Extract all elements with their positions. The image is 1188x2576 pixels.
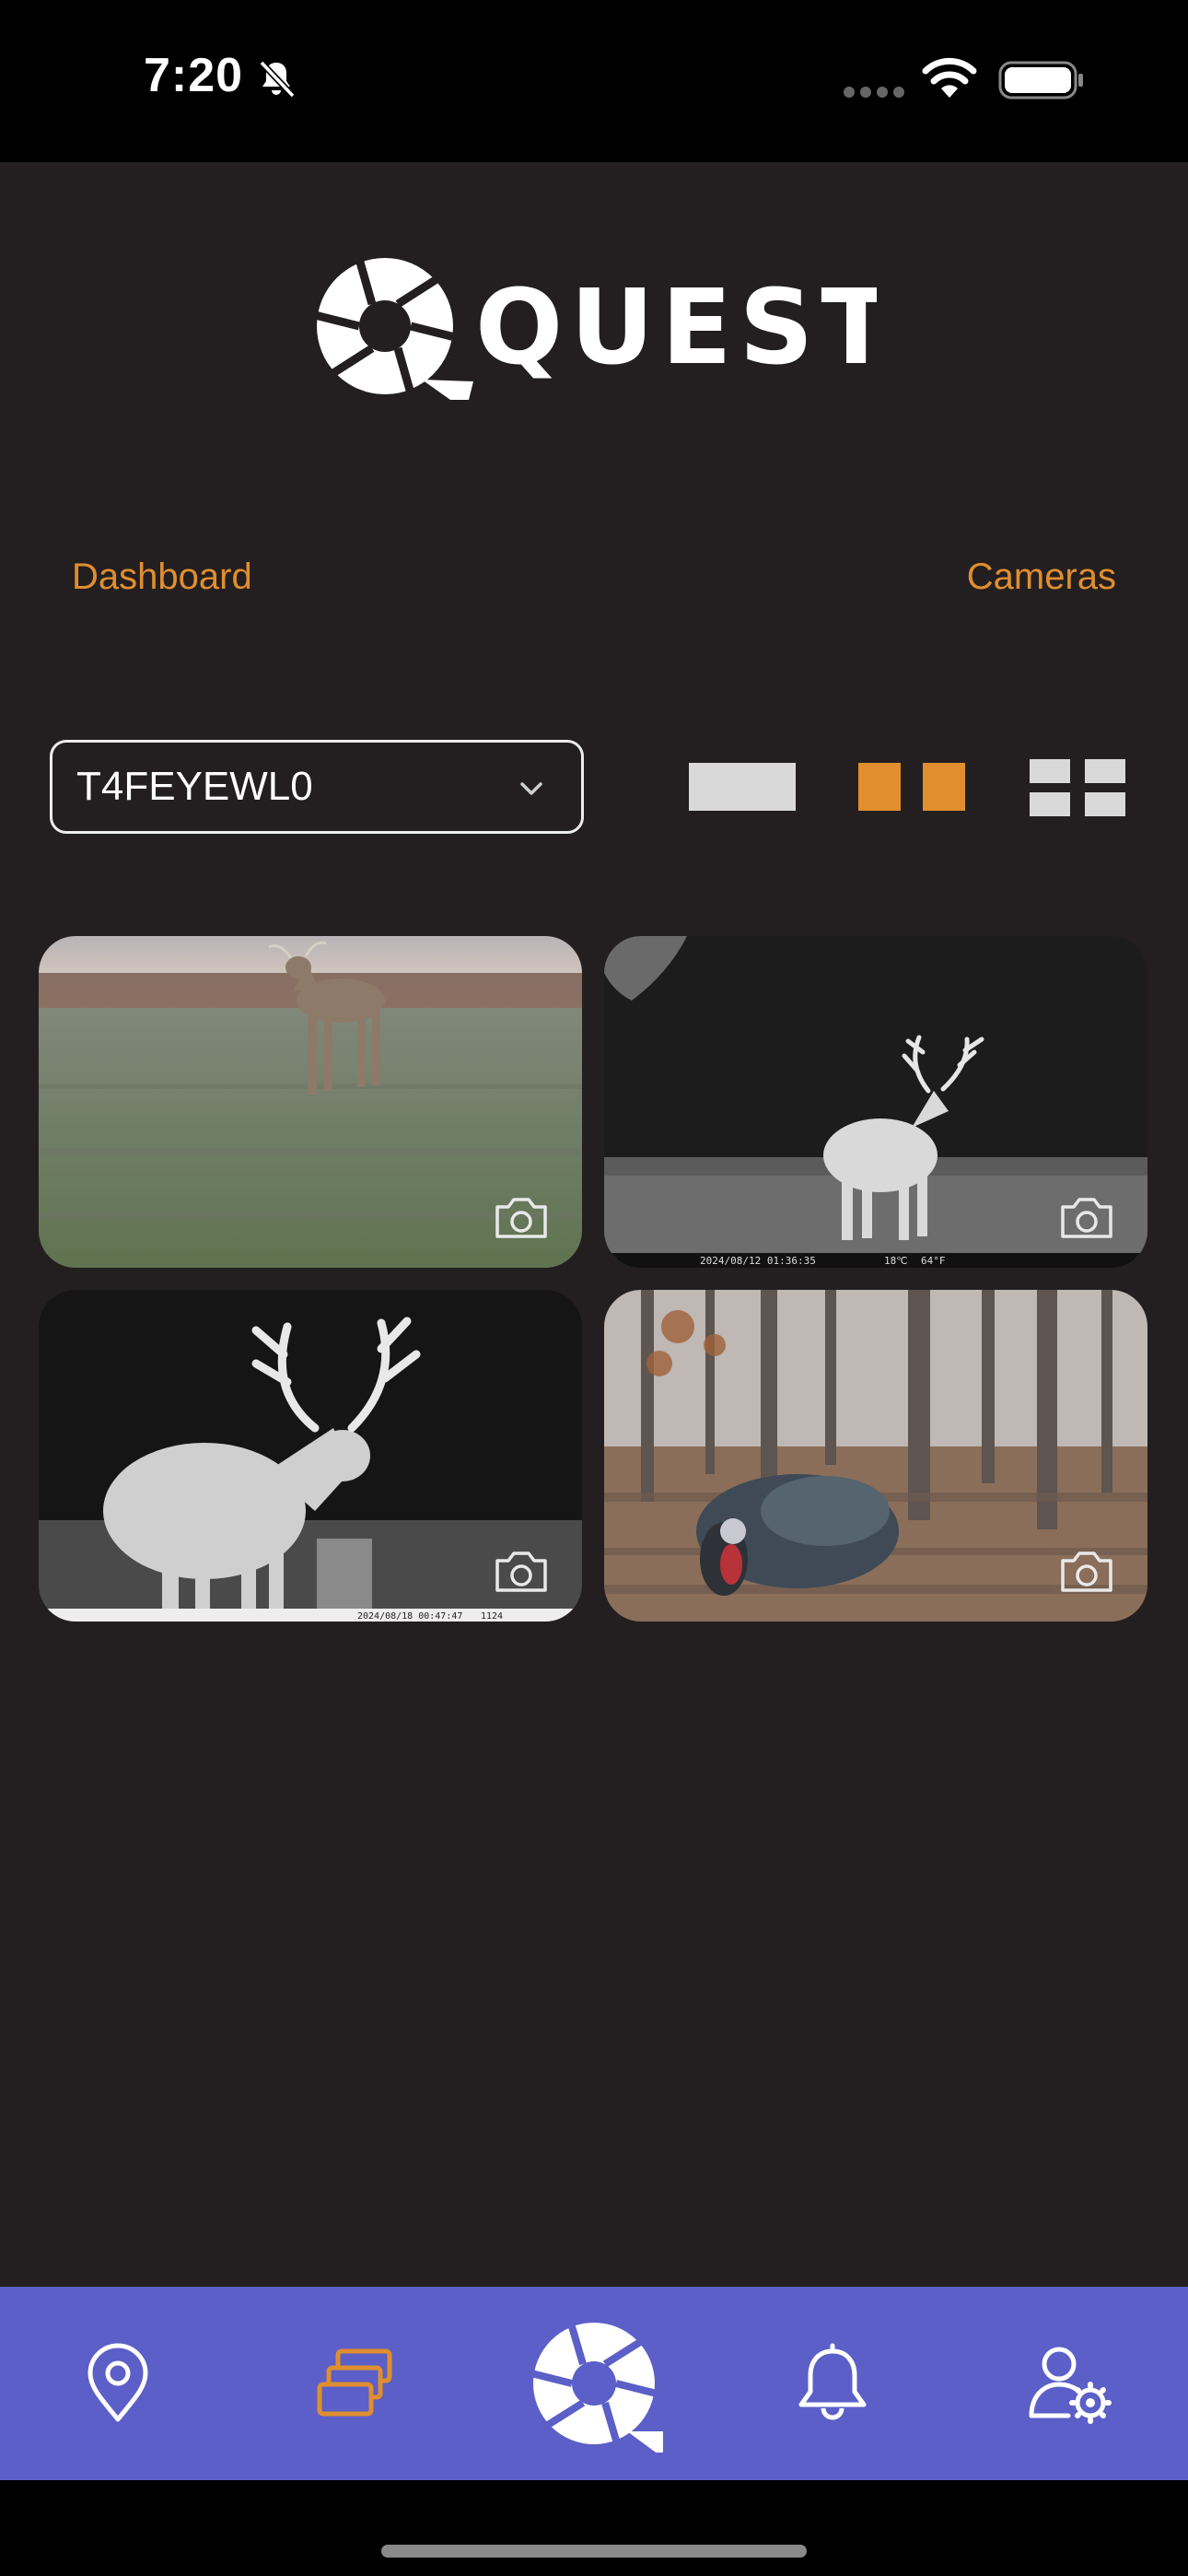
- wifi-icon: [922, 57, 977, 98]
- photo-extra: 1124: [481, 1611, 503, 1622]
- nav-cameras-link[interactable]: Cameras: [967, 556, 1116, 598]
- svg-text:QUEST: QUEST: [475, 268, 877, 388]
- chevron-down-icon: [520, 782, 542, 795]
- layout-grid-block: [1085, 759, 1125, 783]
- tab-alerts[interactable]: [759, 2287, 906, 2480]
- status-bar: 7:20: [0, 0, 1188, 162]
- cellular-signal-icon: [844, 87, 904, 98]
- camera-select-value: T4FEYEWL0: [76, 764, 313, 809]
- camera-icon[interactable]: [1057, 1194, 1116, 1242]
- layout-grid-block: [1085, 792, 1125, 816]
- camera-icon[interactable]: [492, 1194, 551, 1242]
- layout-two-col-block-left: [858, 763, 901, 811]
- tab-account[interactable]: [996, 2287, 1144, 2480]
- quest-aperture-icon: [525, 2315, 663, 2453]
- battery-icon: [998, 61, 1083, 100]
- tab-map[interactable]: [44, 2287, 192, 2480]
- photo-timestamp: 2024/08/12 01:36:35: [700, 1255, 816, 1267]
- photo-temp-c: 18℃: [884, 1255, 908, 1267]
- camera-icon[interactable]: [1057, 1548, 1116, 1596]
- status-time: 7:20: [144, 49, 244, 102]
- layout-single-column-button[interactable]: [689, 763, 796, 811]
- bell-off-icon: [259, 60, 296, 99]
- gallery-stack-icon: [317, 2348, 392, 2417]
- quest-logo: QUEST: [313, 252, 877, 400]
- tab-home[interactable]: [520, 2287, 668, 2480]
- user-settings-icon: [1029, 2347, 1112, 2424]
- layout-grid-block: [1030, 792, 1070, 816]
- bell-icon: [798, 2343, 867, 2420]
- home-indicator[interactable]: [381, 2545, 807, 2558]
- photo-thumbnail[interactable]: [604, 1290, 1147, 1622]
- layout-two-col-block-right: [923, 763, 965, 811]
- camera-icon[interactable]: [492, 1548, 551, 1596]
- home-indicator-area: [0, 2480, 1188, 2576]
- photo-timestamp: 2024/08/18 00:47:47: [357, 1611, 462, 1622]
- layout-grid-block: [1030, 759, 1070, 783]
- app-screen: QUEST Dashboard Cameras T4FEYEWL0 2024/0…: [0, 162, 1188, 2287]
- photo-thumbnail[interactable]: 2024/08/12 01:36:35 18℃ 64°F: [604, 936, 1147, 1268]
- bottom-tab-bar: [0, 2287, 1188, 2480]
- photo-thumbnail[interactable]: [39, 936, 582, 1268]
- map-pin-icon: [87, 2343, 148, 2422]
- layout-two-column-button[interactable]: [858, 763, 965, 811]
- photo-thumbnail[interactable]: 2024/08/18 00:47:47 1124: [39, 1290, 582, 1622]
- layout-grid-button[interactable]: [1030, 759, 1125, 816]
- tab-gallery[interactable]: [282, 2287, 429, 2480]
- nav-dashboard-link[interactable]: Dashboard: [72, 556, 252, 598]
- photo-temp-f: 64°F: [921, 1255, 946, 1267]
- camera-select-dropdown[interactable]: T4FEYEWL0: [50, 740, 584, 834]
